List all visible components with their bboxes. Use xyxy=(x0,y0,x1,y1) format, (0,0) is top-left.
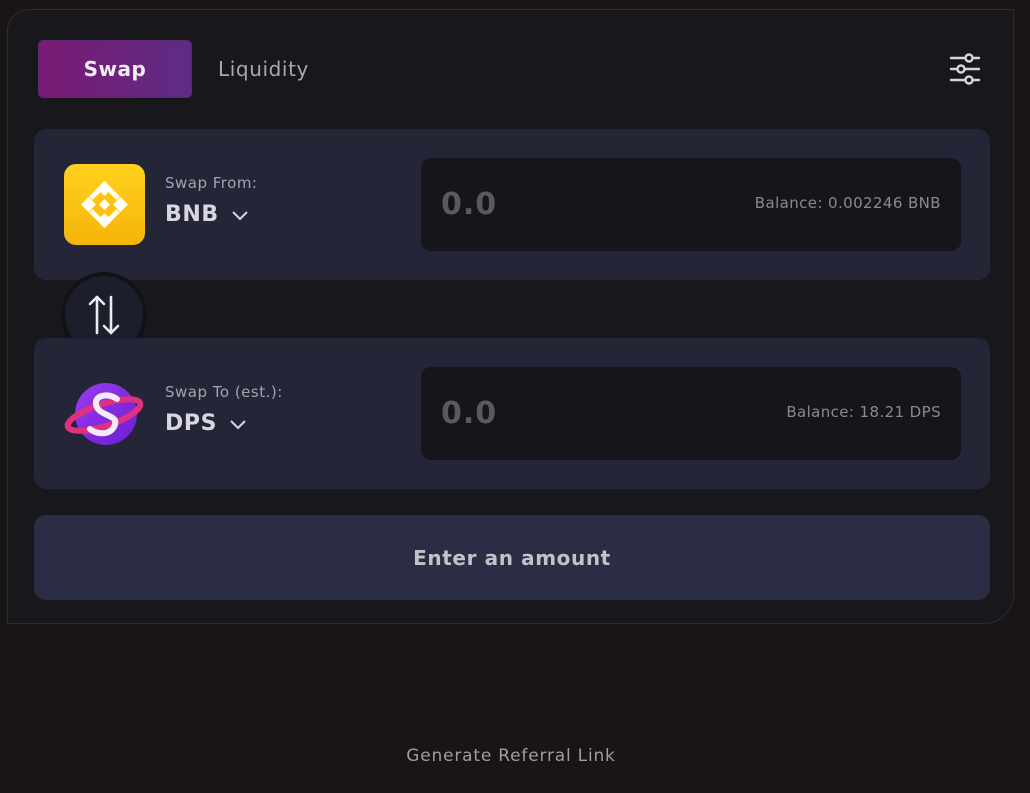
swap-card: Swap Liquidity Swap From: BNB 0.0 Balanc… xyxy=(7,9,1014,624)
tab-liquidity[interactable]: Liquidity xyxy=(218,40,309,98)
swap-from-amount-input[interactable] xyxy=(441,184,671,224)
swap-from-token-label: BNB xyxy=(165,202,219,227)
swap-to-token-label: DPS xyxy=(165,411,218,436)
swap-to-amount-box: Balance: 18.21 DPS xyxy=(421,367,961,460)
chevron-down-icon xyxy=(232,210,248,220)
chevron-down-icon xyxy=(230,419,246,429)
swap-to-balance: Balance: 18.21 DPS xyxy=(786,403,941,421)
tab-swap[interactable]: Swap xyxy=(38,40,192,98)
bnb-logo-icon xyxy=(64,164,145,245)
generate-referral-link[interactable]: Generate Referral Link xyxy=(0,746,1022,766)
swap-to-token-select[interactable]: DPS xyxy=(165,411,247,436)
swap-from-balance: Balance: 0.002246 BNB xyxy=(754,194,941,212)
swap-from-amount-box: Balance: 0.002246 BNB xyxy=(421,158,961,251)
swap-to-caption: Swap To (est.): xyxy=(165,383,283,401)
enter-amount-button[interactable]: Enter an amount xyxy=(34,515,990,600)
sliders-icon[interactable] xyxy=(948,52,982,86)
swap-to-amount-input[interactable] xyxy=(441,393,671,433)
dps-logo-icon xyxy=(64,373,145,454)
swap-arrows-icon xyxy=(88,295,120,335)
swap-from-token-select[interactable]: BNB xyxy=(165,202,249,227)
swap-to-panel: Swap To (est.): DPS Balance: 18.21 DPS xyxy=(34,338,990,489)
swap-from-caption: Swap From: xyxy=(165,174,258,192)
swap-from-panel: Swap From: BNB Balance: 0.002246 BNB xyxy=(34,129,990,280)
